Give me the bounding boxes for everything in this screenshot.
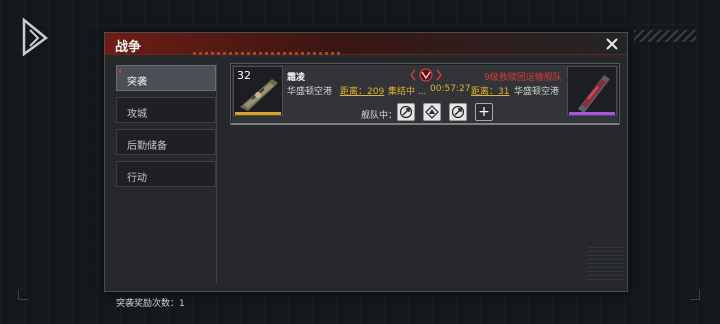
decorative-hatch bbox=[588, 246, 624, 280]
raid-reward-count: 突袭奖励次数：1 bbox=[116, 299, 185, 309]
warship-icon bbox=[578, 75, 610, 113]
fleet-slot[interactable] bbox=[397, 103, 415, 121]
add-fleet-button[interactable]: + bbox=[475, 103, 493, 121]
countdown-timer: 00:57:27 bbox=[430, 84, 471, 94]
sidebar-item-label: 后勤储备 bbox=[127, 141, 167, 152]
sidebar-item-label: 突袭 bbox=[127, 77, 147, 88]
sidebar-item-label: 行动 bbox=[127, 173, 147, 184]
fleet-unit-icon bbox=[425, 105, 439, 119]
rarity-bar bbox=[569, 112, 615, 115]
fleet-label: 舰队中： bbox=[361, 111, 398, 121]
own-distance[interactable]: 距离：209 bbox=[340, 84, 384, 97]
sidebar-item-label: 攻城 bbox=[127, 109, 147, 120]
active-indicator bbox=[119, 69, 121, 73]
sidebar-item-logistics[interactable]: 后勤储备 bbox=[116, 129, 216, 155]
warship-icon bbox=[240, 79, 278, 111]
card-divider bbox=[231, 123, 619, 125]
close-icon[interactable] bbox=[603, 35, 621, 53]
fleet-unit-icon bbox=[451, 105, 465, 119]
fleet-slot[interactable] bbox=[449, 103, 467, 121]
gather-status: 集结中 ... bbox=[388, 87, 427, 97]
faction-emblem-icon bbox=[410, 68, 442, 82]
fleet-slot[interactable] bbox=[423, 103, 441, 121]
corner-decoration bbox=[690, 290, 700, 300]
target-location: 华盛顿空港 bbox=[514, 87, 560, 97]
decorative-hatch bbox=[634, 30, 696, 42]
target-distance[interactable]: 距离：31 bbox=[471, 84, 509, 97]
sidebar-item-raid[interactable]: 突袭 bbox=[116, 65, 216, 91]
fleet-unit-icon bbox=[399, 105, 413, 119]
own-location: 华盛顿空港 bbox=[287, 87, 333, 97]
sidebar: 突袭 攻城 后勤储备 行动 突袭奖励次数：1 bbox=[113, 63, 217, 309]
game-logo-icon bbox=[22, 17, 49, 57]
war-panel: 战争 突袭 攻城 后勤储备 行动 突袭奖励次数：1 32 霜凌 华盛顿空港 距离… bbox=[104, 32, 628, 309]
corner-decoration bbox=[18, 290, 28, 300]
ship-name: 霜凌 bbox=[287, 73, 306, 83]
header-decoration bbox=[193, 52, 343, 55]
target-ship-thumbnail[interactable] bbox=[567, 66, 617, 116]
rarity-bar bbox=[235, 112, 281, 115]
sidebar-item-siege[interactable]: 攻城 bbox=[116, 97, 216, 123]
panel-title: 战争 bbox=[115, 40, 142, 55]
raid-entry-card[interactable]: 32 霜凌 华盛顿空港 距离：209 集结中 ... 00:57:27 9级救赎… bbox=[230, 63, 620, 125]
panel-header: 战争 bbox=[105, 33, 627, 55]
own-ship-thumbnail[interactable]: 32 bbox=[233, 66, 283, 116]
target-fleet-name: 9级救赎团运输舰队 bbox=[484, 73, 562, 83]
sidebar-item-operation[interactable]: 行动 bbox=[116, 161, 216, 187]
